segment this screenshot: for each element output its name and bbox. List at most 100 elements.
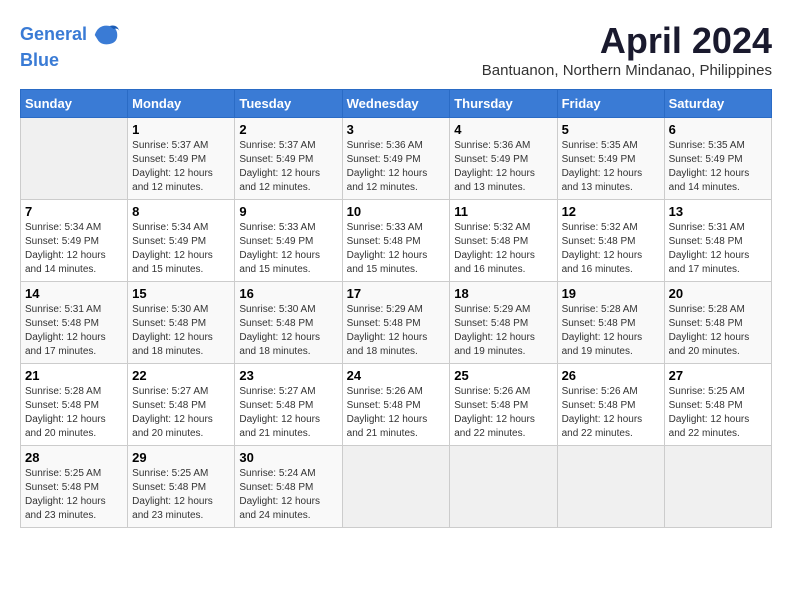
calendar-cell: 11 Sunrise: 5:32 AM Sunset: 5:48 PM Dayli… <box>450 200 557 282</box>
calendar-table: SundayMondayTuesdayWednesdayThursdayFrid… <box>20 89 772 528</box>
day-info: Sunrise: 5:37 AM Sunset: 5:49 PM Dayligh… <box>132 139 230 195</box>
day-number: 13 <box>669 204 767 219</box>
day-info: Sunrise: 5:33 AM Sunset: 5:48 PM Dayligh… <box>347 221 446 277</box>
calendar-cell: 29Sunrise: 5:25 AM Sunset: 5:48 PM Dayli… <box>128 446 235 528</box>
day-info: Sunrise: 5:37 AM Sunset: 5:49 PM Dayligh… <box>239 139 337 195</box>
day-number: 22 <box>132 368 230 383</box>
day-info: Sunrise: 5:36 AM Sunset: 5:49 PM Dayligh… <box>454 139 552 195</box>
day-info: Sunrise: 5:29 AM Sunset: 5:48 PM Dayligh… <box>347 303 446 359</box>
day-number: 12 <box>562 204 660 219</box>
calendar-cell: 12Sunrise: 5:32 AM Sunset: 5:48 PM Dayli… <box>557 200 664 282</box>
day-number: 7 <box>25 204 123 219</box>
calendar-week-row: 7 Sunrise: 5:34 AM Sunset: 5:49 PM Daylig… <box>21 200 772 282</box>
day-info: Sunrise: 5:31 AM Sunset: 5:48 PM Dayligh… <box>25 303 123 359</box>
calendar-cell <box>342 446 450 528</box>
logo: General Blue <box>20 20 121 72</box>
calendar-cell: 16 Sunrise: 5:30 AM Sunset: 5:48 PM Dayli… <box>235 282 342 364</box>
calendar-cell: 24 Sunrise: 5:26 AM Sunset: 5:48 PM Dayli… <box>342 364 450 446</box>
calendar-cell: 1 Sunrise: 5:37 AM Sunset: 5:49 PM Daylig… <box>128 118 235 200</box>
day-number: 21 <box>25 368 123 383</box>
day-number: 24 <box>347 368 446 383</box>
calendar-cell: 13 Sunrise: 5:31 AM Sunset: 5:48 PM Dayli… <box>664 200 771 282</box>
main-title: April 2024 <box>482 20 772 62</box>
day-number: 27 <box>669 368 767 383</box>
calendar-cell: 27 Sunrise: 5:25 AM Sunset: 5:48 PM Dayli… <box>664 364 771 446</box>
day-info: Sunrise: 5:34 AM Sunset: 5:49 PM Dayligh… <box>25 221 123 277</box>
calendar-cell: 2 Sunrise: 5:37 AM Sunset: 5:49 PM Daylig… <box>235 118 342 200</box>
day-number: 10 <box>347 204 446 219</box>
calendar-cell: 21 Sunrise: 5:28 AM Sunset: 5:48 PM Dayli… <box>21 364 128 446</box>
day-number: 15 <box>132 286 230 301</box>
calendar-cell: 14 Sunrise: 5:31 AM Sunset: 5:48 PM Dayli… <box>21 282 128 364</box>
day-info: Sunrise: 5:25 AM Sunset: 5:48 PM Dayligh… <box>669 385 767 441</box>
calendar-cell: 18Sunrise: 5:29 AM Sunset: 5:48 PM Dayli… <box>450 282 557 364</box>
day-info: Sunrise: 5:27 AM Sunset: 5:48 PM Dayligh… <box>239 385 337 441</box>
calendar-week-row: 14 Sunrise: 5:31 AM Sunset: 5:48 PM Dayli… <box>21 282 772 364</box>
calendar-cell: 6 Sunrise: 5:35 AM Sunset: 5:49 PM Daylig… <box>664 118 771 200</box>
day-number: 28 <box>25 450 123 465</box>
day-number: 17 <box>347 286 446 301</box>
day-info: Sunrise: 5:28 AM Sunset: 5:48 PM Dayligh… <box>562 303 660 359</box>
day-info: Sunrise: 5:31 AM Sunset: 5:48 PM Dayligh… <box>669 221 767 277</box>
calendar-cell: 4 Sunrise: 5:36 AM Sunset: 5:49 PM Daylig… <box>450 118 557 200</box>
calendar-cell: 26Sunrise: 5:26 AM Sunset: 5:48 PM Dayli… <box>557 364 664 446</box>
day-number: 14 <box>25 286 123 301</box>
calendar-cell: 10 Sunrise: 5:33 AM Sunset: 5:48 PM Dayli… <box>342 200 450 282</box>
day-number: 8 <box>132 204 230 219</box>
calendar-cell: 20 Sunrise: 5:28 AM Sunset: 5:48 PM Dayli… <box>664 282 771 364</box>
day-number: 20 <box>669 286 767 301</box>
day-info: Sunrise: 5:30 AM Sunset: 5:48 PM Dayligh… <box>132 303 230 359</box>
header-day-wednesday: Wednesday <box>342 90 450 118</box>
calendar-week-row: 1 Sunrise: 5:37 AM Sunset: 5:49 PM Daylig… <box>21 118 772 200</box>
day-info: Sunrise: 5:30 AM Sunset: 5:48 PM Dayligh… <box>239 303 337 359</box>
calendar-cell: 30Sunrise: 5:24 AM Sunset: 5:48 PM Dayli… <box>235 446 342 528</box>
day-info: Sunrise: 5:28 AM Sunset: 5:48 PM Dayligh… <box>669 303 767 359</box>
header-day-thursday: Thursday <box>450 90 557 118</box>
header-day-sunday: Sunday <box>21 90 128 118</box>
header: General Blue April 2024 Bantuanon, North… <box>20 20 772 79</box>
calendar-cell: 9Sunrise: 5:33 AM Sunset: 5:49 PM Daylig… <box>235 200 342 282</box>
logo-text: General <box>20 24 87 46</box>
day-info: Sunrise: 5:29 AM Sunset: 5:48 PM Dayligh… <box>454 303 552 359</box>
logo-blue: Blue <box>20 50 121 72</box>
day-info: Sunrise: 5:26 AM Sunset: 5:48 PM Dayligh… <box>454 385 552 441</box>
calendar-cell: 23Sunrise: 5:27 AM Sunset: 5:48 PM Dayli… <box>235 364 342 446</box>
calendar-cell: 5Sunrise: 5:35 AM Sunset: 5:49 PM Daylig… <box>557 118 664 200</box>
calendar-cell: 15 Sunrise: 5:30 AM Sunset: 5:48 PM Dayli… <box>128 282 235 364</box>
day-info: Sunrise: 5:26 AM Sunset: 5:48 PM Dayligh… <box>347 385 446 441</box>
day-info: Sunrise: 5:26 AM Sunset: 5:48 PM Dayligh… <box>562 385 660 441</box>
calendar-cell: 17 Sunrise: 5:29 AM Sunset: 5:48 PM Dayli… <box>342 282 450 364</box>
calendar-cell: 25 Sunrise: 5:26 AM Sunset: 5:48 PM Dayli… <box>450 364 557 446</box>
day-info: Sunrise: 5:36 AM Sunset: 5:49 PM Dayligh… <box>347 139 446 195</box>
day-info: Sunrise: 5:32 AM Sunset: 5:48 PM Dayligh… <box>454 221 552 277</box>
day-number: 6 <box>669 122 767 137</box>
logo-icon <box>91 20 121 50</box>
header-day-tuesday: Tuesday <box>235 90 342 118</box>
subtitle: Bantuanon, Northern Mindanao, Philippine… <box>482 62 772 79</box>
calendar-cell <box>557 446 664 528</box>
day-info: Sunrise: 5:35 AM Sunset: 5:49 PM Dayligh… <box>562 139 660 195</box>
title-area: April 2024 Bantuanon, Northern Mindanao,… <box>482 20 772 79</box>
calendar-cell <box>21 118 128 200</box>
calendar-cell: 7 Sunrise: 5:34 AM Sunset: 5:49 PM Daylig… <box>21 200 128 282</box>
day-number: 2 <box>239 122 337 137</box>
day-info: Sunrise: 5:34 AM Sunset: 5:49 PM Dayligh… <box>132 221 230 277</box>
calendar-cell <box>450 446 557 528</box>
day-info: Sunrise: 5:35 AM Sunset: 5:49 PM Dayligh… <box>669 139 767 195</box>
calendar-cell: 8 Sunrise: 5:34 AM Sunset: 5:49 PM Daylig… <box>128 200 235 282</box>
day-info: Sunrise: 5:28 AM Sunset: 5:48 PM Dayligh… <box>25 385 123 441</box>
calendar-cell <box>664 446 771 528</box>
day-number: 25 <box>454 368 552 383</box>
header-day-monday: Monday <box>128 90 235 118</box>
day-number: 29 <box>132 450 230 465</box>
day-info: Sunrise: 5:25 AM Sunset: 5:48 PM Dayligh… <box>25 467 123 523</box>
day-number: 1 <box>132 122 230 137</box>
calendar-cell: 22 Sunrise: 5:27 AM Sunset: 5:48 PM Dayli… <box>128 364 235 446</box>
day-number: 19 <box>562 286 660 301</box>
day-number: 11 <box>454 204 552 219</box>
day-info: Sunrise: 5:27 AM Sunset: 5:48 PM Dayligh… <box>132 385 230 441</box>
logo-general: General <box>20 24 87 44</box>
calendar-cell: 19 Sunrise: 5:28 AM Sunset: 5:48 PM Dayli… <box>557 282 664 364</box>
day-number: 16 <box>239 286 337 301</box>
day-number: 4 <box>454 122 552 137</box>
